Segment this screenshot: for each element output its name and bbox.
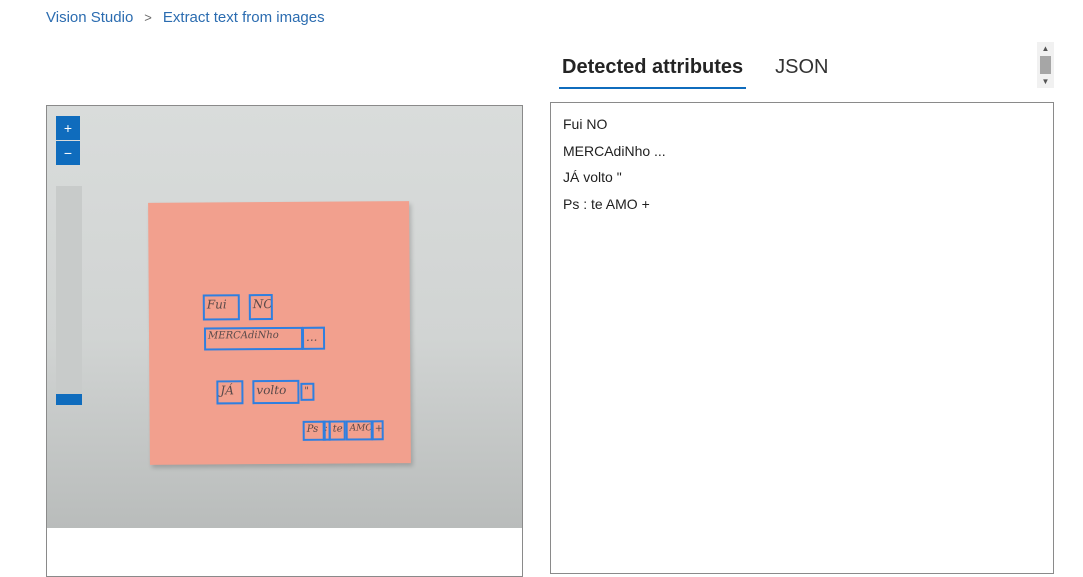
image-footer xyxy=(47,528,522,576)
zoom-slider-thumb[interactable] xyxy=(56,394,82,405)
detected-line: Fui NO xyxy=(563,116,608,132)
word-bounding-box: MERCAdiNho xyxy=(203,326,304,351)
word-bounding-box: " xyxy=(300,382,315,401)
breadcrumb-vision-studio[interactable]: Vision Studio xyxy=(46,9,133,26)
zoom-in-button[interactable]: + xyxy=(56,116,80,140)
detected-attributes-panel: Fui NO MERCAdiNho ... JÁ volto " Ps : te… xyxy=(550,102,1054,574)
zoom-out-button[interactable]: − xyxy=(56,141,80,165)
word-bounding-box: volto xyxy=(252,379,300,405)
word-bounding-box: AMO xyxy=(345,420,373,441)
word-bounding-box: JÁ xyxy=(216,380,244,405)
detected-line: JÁ volto " xyxy=(563,169,622,185)
word-bounding-box: Fui xyxy=(202,294,240,321)
uploaded-image[interactable]: + − Fui NO MERCAdiNho ... JÁ volto " Ps … xyxy=(47,106,522,528)
zoom-slider-track[interactable] xyxy=(56,186,82,406)
scroll-down-icon[interactable]: ▼ xyxy=(1037,77,1054,86)
word-bounding-box: ... xyxy=(301,326,326,350)
image-viewer-panel: + − Fui NO MERCAdiNho ... JÁ volto " Ps … xyxy=(46,105,523,577)
breadcrumb-extract-text[interactable]: Extract text from images xyxy=(163,9,325,26)
chevron-right-icon: > xyxy=(144,10,152,25)
detected-lines-list: Fui NO MERCAdiNho ... JÁ volto " Ps : te… xyxy=(551,103,1053,221)
breadcrumb: Vision Studio > Extract text from images xyxy=(46,9,325,26)
detected-line: MERCAdiNho ... xyxy=(563,142,666,159)
result-tabs: Detected attributes JSON xyxy=(559,46,858,89)
scrollbar-thumb[interactable] xyxy=(1040,56,1051,74)
tab-detected-attributes[interactable]: Detected attributes xyxy=(559,46,747,89)
word-bounding-box: NO xyxy=(248,294,273,321)
sticky-note-photo: Fui NO MERCAdiNho ... JÁ volto " Ps : te… xyxy=(148,201,411,465)
word-bounding-box: te xyxy=(328,420,346,441)
tabs-scrollbar[interactable]: ▲ ▼ xyxy=(1037,42,1054,88)
word-bounding-box: + xyxy=(371,420,384,441)
detected-line: Ps : te AMO + xyxy=(563,195,650,212)
scroll-up-icon[interactable]: ▲ xyxy=(1037,44,1054,53)
tab-json[interactable]: JSON xyxy=(772,46,831,89)
